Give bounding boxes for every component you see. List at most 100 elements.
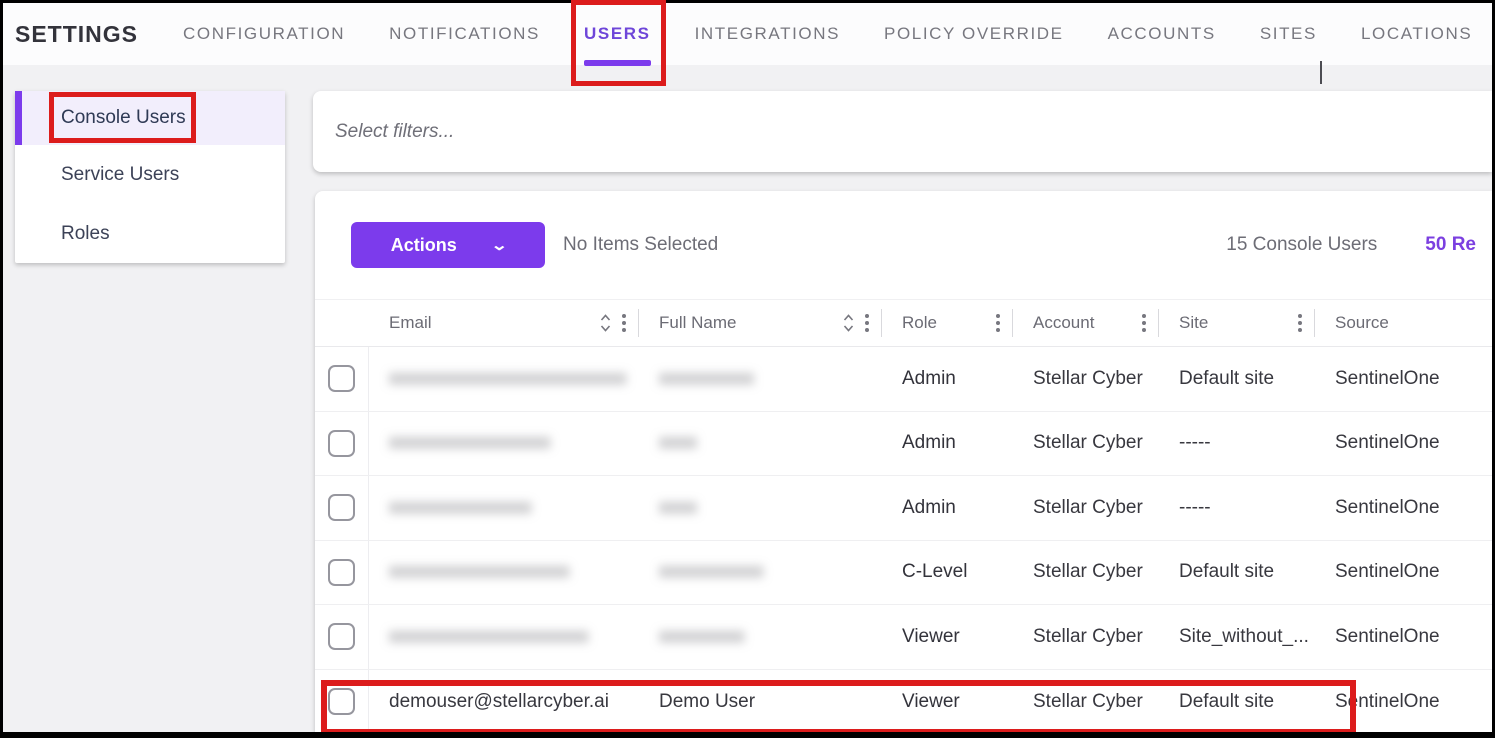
role-cell: Viewer: [882, 626, 1013, 648]
full-name-cell: xxxxxxxxxxx: [639, 561, 882, 583]
full-name-cell: Demo User: [639, 691, 882, 713]
sidebar-item-label: Console Users: [61, 107, 186, 129]
role-cell: Admin: [882, 368, 1013, 390]
selection-status: No Items Selected: [563, 234, 718, 256]
site-cell: -----: [1159, 497, 1315, 519]
row-checkbox[interactable]: [328, 494, 355, 521]
filter-bar: [313, 91, 1492, 172]
source-cell: SentinelOne: [1315, 561, 1492, 583]
sidebar-item-roles[interactable]: Roles: [15, 204, 285, 263]
filter-input[interactable]: [335, 121, 1434, 143]
column-menu-icon[interactable]: [1142, 313, 1146, 334]
full-name-cell: xxxxxxxxxx: [639, 368, 882, 390]
source-cell: SentinelOne: [1315, 691, 1492, 713]
table-row: xxxxxxxxxxxxxxx xxxx Admin Stellar Cyber…: [315, 476, 1492, 541]
console-users-count: 15 Console Users: [1226, 234, 1377, 256]
checkbox-cell: [315, 347, 369, 411]
sort-icon[interactable]: [842, 311, 855, 335]
table-row: xxxxxxxxxxxxxxxxxxxxx xxxxxxxxx Viewer S…: [315, 605, 1492, 670]
email-cell: xxxxxxxxxxxxxxxxxxxxx: [369, 626, 639, 648]
users-tab-highlight-box: [571, 0, 666, 86]
column-menu-icon[interactable]: [865, 313, 869, 334]
sidebar-item-service-users[interactable]: Service Users: [15, 145, 285, 204]
role-link[interactable]: Admin: [902, 432, 956, 454]
column-header-site: Site: [1159, 309, 1315, 337]
column-label: Source: [1335, 313, 1389, 333]
column-header-account: Account: [1013, 309, 1159, 337]
page-title: SETTINGS: [15, 21, 138, 48]
row-checkbox[interactable]: [328, 430, 355, 457]
tab-sites[interactable]: SITES: [1260, 24, 1317, 44]
column-header-email: Email: [369, 309, 639, 337]
role-link[interactable]: Viewer: [902, 626, 960, 648]
account-cell: Stellar Cyber: [1013, 626, 1159, 648]
records-per-page-link[interactable]: 50 Re: [1425, 234, 1476, 256]
tab-policy-override[interactable]: POLICY OVERRIDE: [884, 24, 1064, 44]
full-name-cell: xxxx: [639, 497, 882, 519]
account-cell: Stellar Cyber: [1013, 561, 1159, 583]
tab-notifications[interactable]: NOTIFICATIONS: [389, 24, 540, 44]
sidebar-item-console-users[interactable]: Console Users: [15, 91, 285, 145]
header-checkbox-spacer: [315, 309, 369, 337]
checkbox-cell: [315, 412, 369, 476]
table-row: xxxxxxxxxxxxxxxxxxxxxxxxx xxxxxxxxxx Adm…: [315, 347, 1492, 412]
email-cell: xxxxxxxxxxxxxxxxxxxxxxxxx: [369, 368, 639, 390]
site-cell: Site_without_...: [1159, 626, 1315, 648]
email-cell: xxxxxxxxxxxxxxxxxxx: [369, 561, 639, 583]
row-checkbox[interactable]: [328, 365, 355, 392]
tab-accounts[interactable]: ACCOUNTS: [1108, 24, 1216, 44]
source-cell: SentinelOne: [1315, 626, 1492, 648]
row-checkbox[interactable]: [328, 688, 355, 715]
actions-button[interactable]: Actions ⌄: [351, 222, 545, 268]
role-link[interactable]: C-Level: [902, 561, 967, 583]
role-link[interactable]: Admin: [902, 368, 956, 390]
checkbox-cell: [315, 670, 369, 733]
column-label: Full Name: [659, 313, 736, 333]
console-users-table: Email Full Name Role A: [315, 299, 1492, 732]
table-header-row: Email Full Name Role A: [315, 299, 1492, 347]
sidebar-item-label: Roles: [61, 223, 110, 245]
account-cell: Stellar Cyber: [1013, 368, 1159, 390]
site-cell: Default site: [1159, 561, 1315, 583]
role-link[interactable]: Admin: [902, 497, 956, 519]
active-item-bar: [15, 91, 22, 145]
table-row: xxxxxxxxxxxxxxxxxxx xxxxxxxxxxx C-Level …: [315, 541, 1492, 606]
column-menu-icon[interactable]: [622, 313, 626, 334]
sidebar: Console Users Service Users Roles: [15, 91, 285, 263]
tab-locations[interactable]: LOCATIONS: [1361, 24, 1472, 44]
checkbox-cell: [315, 541, 369, 605]
row-checkbox[interactable]: [328, 559, 355, 586]
source-cell: SentinelOne: [1315, 432, 1492, 454]
column-label: Site: [1179, 313, 1208, 333]
column-menu-icon[interactable]: [996, 313, 1000, 334]
tab-users-label: USERS: [584, 24, 651, 43]
role-cell: Viewer: [882, 691, 1013, 713]
row-checkbox[interactable]: [328, 623, 355, 650]
full-name-cell: xxxxxxxxx: [639, 626, 882, 648]
tab-configuration[interactable]: CONFIGURATION: [183, 24, 345, 44]
table-row-demo-user: demouser@stellarcyber.ai Demo User Viewe…: [315, 670, 1492, 733]
table-toolbar: Actions ⌄ No Items Selected 15 Console U…: [315, 191, 1492, 299]
table-row: xxxxxxxxxxxxxxxxx xxxx Admin Stellar Cyb…: [315, 412, 1492, 477]
active-tab-underline: [584, 60, 651, 66]
text-cursor: [1320, 61, 1322, 84]
top-nav: SETTINGS CONFIGURATION NOTIFICATIONS USE…: [3, 3, 1492, 65]
full-name-cell: xxxx: [639, 432, 882, 454]
source-cell: SentinelOne: [1315, 497, 1492, 519]
site-cell: Default site: [1159, 691, 1315, 713]
account-cell: Stellar Cyber: [1013, 432, 1159, 454]
role-link[interactable]: Viewer: [902, 691, 960, 713]
tab-users[interactable]: USERS: [584, 24, 651, 44]
column-label: Role: [902, 313, 937, 333]
email-cell: demouser@stellarcyber.ai: [369, 691, 639, 713]
column-menu-icon[interactable]: [1298, 313, 1302, 334]
sidebar-item-label: Service Users: [61, 164, 179, 186]
toolbar-right: 15 Console Users 50 Re: [1226, 234, 1476, 256]
column-label: Account: [1033, 313, 1094, 333]
nav-tabs: CONFIGURATION NOTIFICATIONS USERS INTEGR…: [183, 24, 1472, 44]
email-cell: xxxxxxxxxxxxxxxxx: [369, 432, 639, 454]
role-cell: Admin: [882, 497, 1013, 519]
tab-integrations[interactable]: INTEGRATIONS: [695, 24, 840, 44]
sort-icon[interactable]: [599, 311, 612, 335]
email-cell: xxxxxxxxxxxxxxx: [369, 497, 639, 519]
